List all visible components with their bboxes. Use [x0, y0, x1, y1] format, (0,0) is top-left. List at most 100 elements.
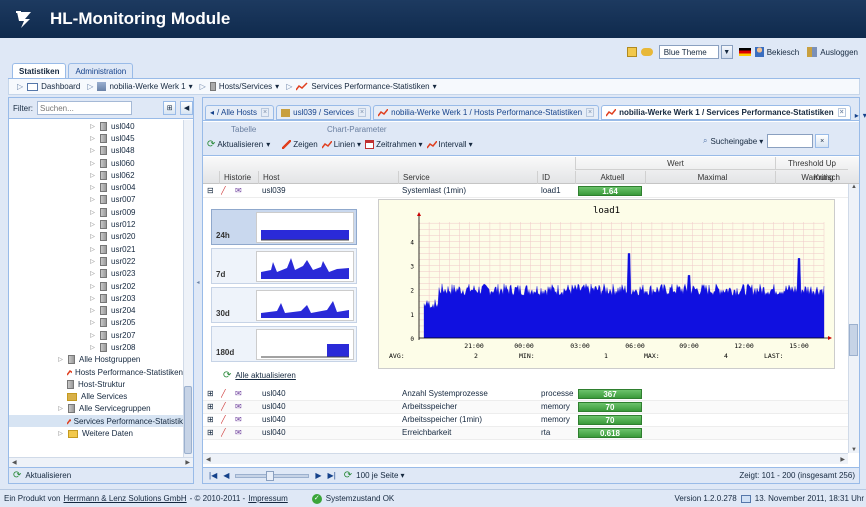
tab-services-perf[interactable]: nobilia-Werke Werk 1 / Services Performa… [601, 105, 851, 120]
scroll-right-icon[interactable]: ▶ [185, 459, 190, 466]
tree-item[interactable]: ▷ usr023 [9, 268, 183, 280]
collapse-panel-icon[interactable]: ◀ [180, 101, 193, 115]
grid-scrollbar-thumb[interactable] [849, 324, 858, 356]
timeframe-button[interactable]: Zeitrahmen ▾ [365, 140, 423, 149]
thumb-30d[interactable]: 30d [211, 287, 357, 323]
thumb-180d[interactable]: 180d [211, 326, 357, 362]
table-row[interactable]: ⊞ ╱ ✉ usl040 Anzahl Systemprozesse processe 36… [203, 388, 849, 401]
expand-arrow-icon[interactable]: ▷ [57, 430, 64, 437]
tree-item[interactable]: Hosts Performance-Statistiken [9, 366, 183, 378]
expand-row-icon[interactable]: ⊞ [207, 389, 214, 398]
tree-item[interactable]: ▷ usr021 [9, 243, 183, 255]
breadcrumb-services-perf[interactable]: Services Performance-Statistiken [311, 82, 429, 91]
expand-arrow-icon[interactable]: ▷ [89, 209, 96, 216]
expand-row-icon[interactable]: ⊞ [207, 428, 214, 437]
chevron-down-icon[interactable]: ▾ [400, 471, 404, 480]
tree-item[interactable]: ▷ usr004 [9, 181, 183, 193]
col-kritisch[interactable]: Kritisch [803, 171, 848, 184]
tree-item[interactable]: ▷ usl060 [9, 157, 183, 169]
chevron-down-icon[interactable]: ▾ [433, 82, 437, 91]
scroll-up-icon[interactable]: ▲ [851, 184, 857, 190]
search-input[interactable] [767, 134, 814, 148]
tree-item[interactable]: ▷ usr205 [9, 317, 183, 329]
interval-button[interactable]: Intervall ▾ [426, 140, 473, 149]
chevron-down-icon[interactable]: ▾ [275, 82, 279, 91]
logout-icon[interactable] [807, 47, 818, 57]
breadcrumb-werk[interactable]: nobilia-Werke Werk 1 [109, 82, 185, 91]
thumb-24h[interactable]: 24h [211, 209, 357, 245]
col-host[interactable]: Host [258, 171, 398, 184]
tab-hosts-perf[interactable]: nobilia-Werke Werk 1 / Hosts Performance… [373, 105, 600, 120]
expand-arrow-icon[interactable]: ▷ [89, 184, 96, 191]
expand-arrow-icon[interactable]: ▷ [89, 270, 96, 277]
close-icon[interactable]: × [837, 108, 846, 117]
expand-arrow-icon[interactable]: ▷ [89, 123, 96, 130]
edit-icon[interactable]: ╱ [221, 415, 226, 424]
per-page-select[interactable]: 100 je Seite [356, 471, 398, 480]
scroll-left-icon[interactable]: ◀ [12, 459, 17, 466]
expand-arrow-icon[interactable]: ▷ [89, 135, 96, 142]
expand-arrow-icon[interactable]: ▷ [89, 147, 96, 154]
theme-select-arrow[interactable]: ▼ [720, 45, 733, 59]
tree-item[interactable]: ▷ usr012 [9, 218, 183, 230]
page-slider-thumb[interactable] [266, 470, 275, 481]
tree-horizontal-scrollbar[interactable]: ◀ ▶ [9, 457, 193, 467]
expand-row-icon[interactable]: ⊞ [207, 415, 214, 424]
refresh-button[interactable]: ⟳ Aktualisieren ▾ [207, 139, 270, 150]
col-maximal[interactable]: Maximal [645, 171, 775, 184]
tree-item[interactable]: Alle Services [9, 391, 183, 403]
help-icon[interactable] [626, 47, 637, 57]
expand-arrow-icon[interactable]: ▷ [89, 332, 96, 339]
tab-administration[interactable]: Administration [68, 63, 134, 78]
next-page-icon[interactable]: ▶ [315, 471, 321, 480]
expand-arrow-icon[interactable]: ▷ [89, 295, 96, 302]
flag-icon[interactable] [738, 48, 751, 56]
collapse-row-icon[interactable]: ⊟ [207, 186, 214, 195]
refresh-icon[interactable]: ⟳ [344, 470, 352, 481]
first-page-icon[interactable]: |◀ [209, 471, 217, 480]
expand-arrow-icon[interactable]: ▷ [89, 258, 96, 265]
col-historie[interactable]: Historie [219, 171, 258, 184]
tree-item[interactable]: ▷ usr208 [9, 341, 183, 353]
history-icon[interactable]: ✉ [235, 402, 242, 411]
tree-item[interactable]: ▷ Alle Hostgruppen [9, 354, 183, 366]
tree-item[interactable]: ▷ usr204 [9, 304, 183, 316]
tab-alle-hosts[interactable]: ◂ / Alle Hosts × [205, 105, 275, 120]
tab-statistiken[interactable]: Statistiken [12, 63, 67, 78]
search-field-selector[interactable]: Sucheingabe [710, 137, 757, 146]
grid-scrollbar[interactable]: ▲ ▼ [848, 184, 859, 453]
tab-scroll-right-icon[interactable]: ▸ [855, 111, 859, 120]
history-icon[interactable]: ✉ [235, 186, 242, 195]
expand-arrow-icon[interactable]: ▷ [89, 160, 96, 167]
tree-item[interactable]: ▷ usr202 [9, 280, 183, 292]
tree-item[interactable]: ▷ usr207 [9, 329, 183, 341]
logout-link[interactable]: Ausloggen [820, 48, 858, 57]
tree-item[interactable]: ▷ usr022 [9, 255, 183, 267]
col-service[interactable]: Service [398, 171, 537, 184]
expand-arrow-icon[interactable]: ▷ [57, 405, 64, 412]
tree-item[interactable]: Services Performance-Statistik [9, 415, 183, 428]
history-icon[interactable]: ✉ [235, 389, 242, 398]
left-refresh-button[interactable]: Aktualisieren [25, 471, 71, 480]
expand-arrow-icon[interactable]: ▷ [89, 221, 96, 228]
chevron-down-icon[interactable]: ▾ [189, 82, 193, 91]
impressum-link[interactable]: Impressum [248, 494, 288, 503]
lines-button[interactable]: Linien ▾ [321, 140, 361, 149]
filter-input[interactable] [37, 101, 132, 115]
scroll-down-icon[interactable]: ▼ [851, 447, 857, 453]
history-icon[interactable]: ✉ [235, 428, 242, 437]
chevron-down-icon[interactable]: ▾ [759, 137, 763, 146]
tree-item[interactable]: ▷ usr007 [9, 194, 183, 206]
panel-splitter[interactable]: ◂ [195, 97, 201, 468]
tree-item[interactable]: ▷ usl045 [9, 132, 183, 144]
expand-arrow-icon[interactable]: ▷ [89, 283, 96, 290]
expand-arrow-icon[interactable]: ▷ [89, 196, 96, 203]
theme-select[interactable]: Blue Theme [658, 45, 719, 59]
table-row[interactable]: ⊟ ╱ ✉ usl039 Systemlast (1min) load1 1.6… [203, 185, 849, 198]
edit-icon[interactable]: ╱ [221, 428, 226, 437]
tree-item[interactable]: ▷ usr020 [9, 231, 183, 243]
edit-icon[interactable]: ╱ [221, 389, 226, 398]
tree-item[interactable]: ▷ usr203 [9, 292, 183, 304]
expand-arrow-icon[interactable]: ▷ [89, 246, 96, 253]
key-icon[interactable] [640, 48, 653, 56]
